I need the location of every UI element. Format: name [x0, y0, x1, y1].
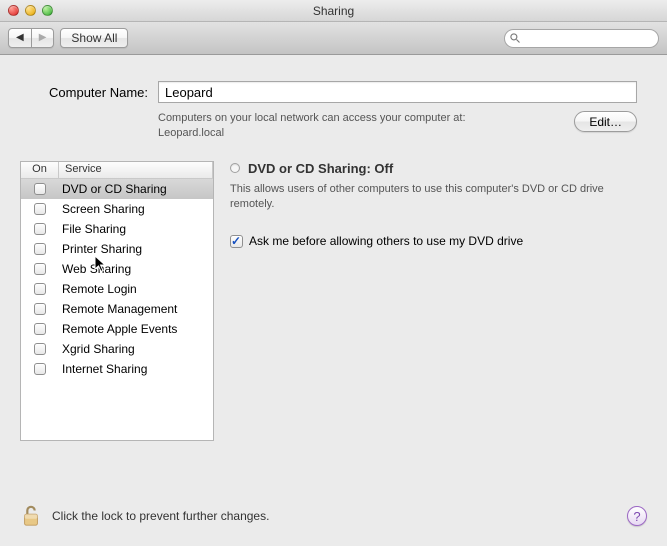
- nav-segment: ◀ ▶: [8, 28, 54, 48]
- service-row[interactable]: DVD or CD Sharing: [21, 179, 213, 199]
- computer-name-label: Computer Name:: [30, 81, 148, 100]
- search-input[interactable]: [504, 29, 659, 48]
- toolbar: ◀ ▶ Show All: [0, 22, 667, 55]
- triangle-left-icon: ◀: [16, 33, 24, 43]
- access-text: Computers on your local network can acce…: [158, 111, 564, 141]
- edit-label: Edit…: [589, 115, 622, 129]
- service-detail: DVD or CD Sharing: Off This allows users…: [230, 161, 647, 441]
- service-checkbox[interactable]: [34, 183, 46, 195]
- show-all-button[interactable]: Show All: [60, 28, 128, 48]
- services-list: On Service DVD or CD Sharing Screen Shari…: [20, 161, 214, 441]
- ask-row: Ask me before allowing others to use my …: [230, 234, 647, 248]
- service-name: File Sharing: [59, 222, 213, 236]
- service-name: Xgrid Sharing: [59, 342, 213, 356]
- help-button[interactable]: ?: [627, 506, 647, 526]
- forward-button[interactable]: ▶: [32, 28, 55, 48]
- detail-description: This allows users of other computers to …: [230, 182, 647, 213]
- ask-label: Ask me before allowing others to use my …: [249, 234, 523, 248]
- service-checkbox[interactable]: [34, 223, 46, 235]
- service-checkbox[interactable]: [34, 303, 46, 315]
- search-wrap: [504, 29, 659, 48]
- service-name: DVD or CD Sharing: [59, 182, 213, 196]
- panes: On Service DVD or CD Sharing Screen Shari…: [0, 141, 667, 441]
- col-header-on[interactable]: On: [21, 162, 59, 178]
- service-checkbox[interactable]: [34, 263, 46, 275]
- service-checkbox[interactable]: [34, 363, 46, 375]
- service-row[interactable]: Web Sharing: [21, 259, 213, 279]
- service-row[interactable]: Printer Sharing: [21, 239, 213, 259]
- service-row[interactable]: File Sharing: [21, 219, 213, 239]
- service-row[interactable]: Internet Sharing: [21, 359, 213, 379]
- service-row[interactable]: Screen Sharing: [21, 199, 213, 219]
- service-row[interactable]: Xgrid Sharing: [21, 339, 213, 359]
- question-icon: ?: [633, 509, 640, 524]
- search-icon: [509, 32, 521, 44]
- status-dot-icon: [230, 163, 240, 173]
- service-name: Screen Sharing: [59, 202, 213, 216]
- service-name: Web Sharing: [59, 262, 213, 276]
- computer-name-field[interactable]: [158, 81, 637, 103]
- service-checkbox[interactable]: [34, 283, 46, 295]
- list-header: On Service: [21, 162, 213, 179]
- service-name: Remote Login: [59, 282, 213, 296]
- service-name: Remote Management: [59, 302, 213, 316]
- list-body: DVD or CD Sharing Screen Sharing File Shar…: [21, 179, 213, 440]
- service-row[interactable]: Remote Apple Events: [21, 319, 213, 339]
- service-checkbox[interactable]: [34, 343, 46, 355]
- show-all-label: Show All: [71, 31, 117, 45]
- back-button[interactable]: ◀: [8, 28, 32, 48]
- service-checkbox[interactable]: [34, 323, 46, 335]
- detail-heading: DVD or CD Sharing: Off: [230, 161, 647, 176]
- edit-button[interactable]: Edit…: [574, 111, 637, 132]
- lock-icon[interactable]: [20, 504, 42, 528]
- computer-name-row: Computer Name: Computers on your local n…: [0, 55, 667, 141]
- service-name: Remote Apple Events: [59, 322, 213, 336]
- detail-title: DVD or CD Sharing: Off: [248, 161, 393, 176]
- service-row[interactable]: Remote Management: [21, 299, 213, 319]
- footer: Click the lock to prevent further change…: [0, 490, 667, 546]
- service-row[interactable]: Remote Login: [21, 279, 213, 299]
- content-area: Computer Name: Computers on your local n…: [0, 55, 667, 546]
- ask-checkbox[interactable]: [230, 235, 243, 248]
- service-checkbox[interactable]: [34, 203, 46, 215]
- service-name: Internet Sharing: [59, 362, 213, 376]
- service-name: Printer Sharing: [59, 242, 213, 256]
- service-checkbox[interactable]: [34, 243, 46, 255]
- triangle-right-icon: ▶: [39, 33, 47, 43]
- window-titlebar: Sharing: [0, 0, 667, 22]
- window-title: Sharing: [0, 4, 667, 18]
- footer-text: Click the lock to prevent further change…: [52, 509, 269, 523]
- col-header-service[interactable]: Service: [59, 162, 213, 178]
